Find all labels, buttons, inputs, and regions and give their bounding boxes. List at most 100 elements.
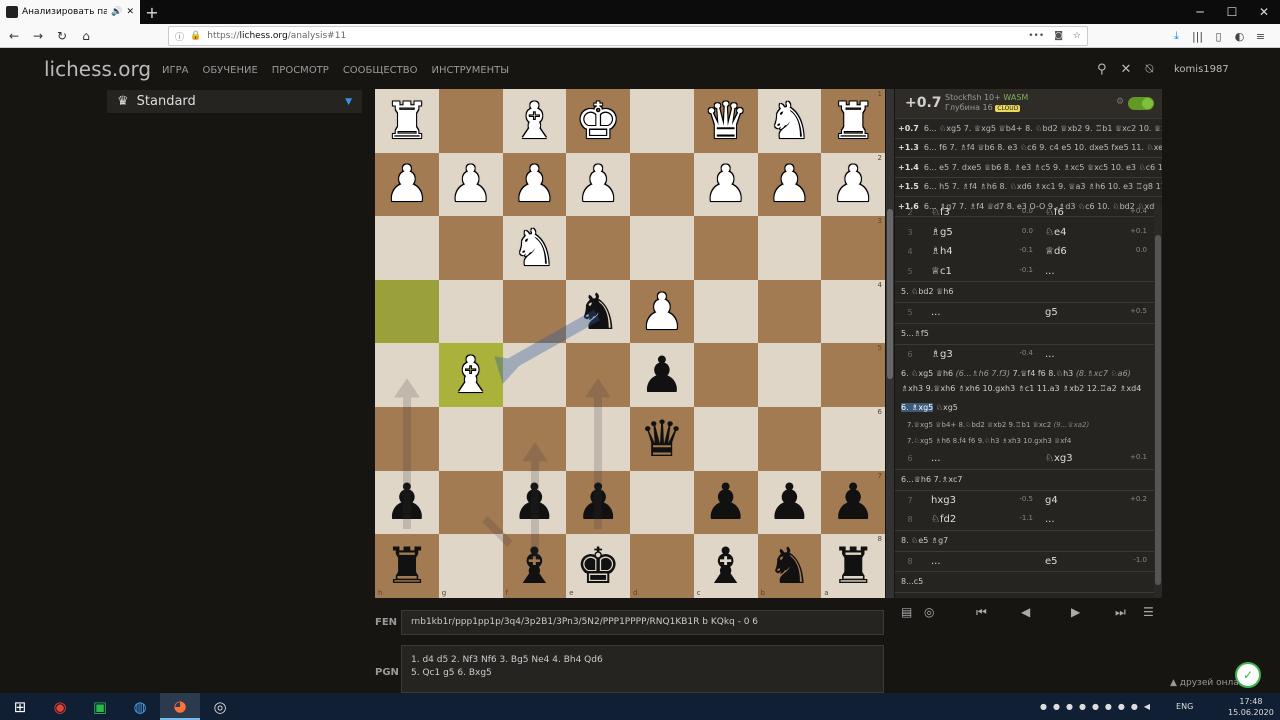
board-square[interactable]: ♟ bbox=[693, 152, 758, 217]
target-icon[interactable]: ◎ bbox=[924, 605, 934, 619]
pv-line[interactable]: +0.7 6... ♘xg5 7. ♕xg5 ♕b4+ 8. ♘bd2 ♕xb2 … bbox=[895, 119, 1162, 139]
white-bishop-piece[interactable]: ♝ bbox=[512, 96, 557, 146]
white-knight-piece[interactable]: ♞ bbox=[767, 96, 812, 146]
new-tab-button[interactable]: + bbox=[140, 0, 164, 24]
black-queen-piece[interactable]: ♛ bbox=[639, 414, 684, 464]
board-square[interactable]: ♟ bbox=[502, 152, 567, 217]
forward-icon[interactable]: → bbox=[26, 24, 50, 48]
white-bishop-piece[interactable]: ♝ bbox=[448, 350, 493, 400]
sub-variation[interactable]: 7.♘xg5 ♗h6 8.f4 f6 9.♘h3 ♗xh3 10.gxh3 ♕x… bbox=[895, 433, 1154, 449]
white-pawn-piece[interactable]: ♟ bbox=[512, 159, 557, 209]
next-move-icon[interactable]: ▶ bbox=[1071, 605, 1080, 619]
white-pawn-piece[interactable]: ♟ bbox=[384, 159, 429, 209]
board-square[interactable]: ♞ bbox=[502, 216, 567, 280]
variation-line[interactable]: 5. ♘bd2 ♕h6 bbox=[895, 281, 1154, 303]
bookmark-star-icon[interactable]: ☆ bbox=[1073, 31, 1081, 41]
board-square[interactable] bbox=[693, 279, 758, 344]
fen-input[interactable]: rnb1kb1r/ppp1pp1p/3q4/3p2B1/3Pn3/5N2/PPP… bbox=[401, 610, 884, 635]
menu-icon[interactable]: ☰ bbox=[1143, 605, 1154, 619]
chrome-icon[interactable]: ◉ bbox=[40, 693, 80, 720]
speaker-icon[interactable]: 🔊 bbox=[111, 7, 122, 17]
reply-move[interactable]: ♘xg5 bbox=[936, 403, 958, 412]
start-icon[interactable]: ⊞ bbox=[0, 693, 40, 720]
black-move[interactable]: ♘xg3 +0.1 bbox=[1039, 453, 1153, 464]
board-square[interactable]: ♟ bbox=[693, 470, 758, 535]
board-square[interactable]: ♝ bbox=[502, 89, 567, 153]
tray-icon[interactable]: ● bbox=[1105, 702, 1112, 711]
board-square[interactable]: ♛ bbox=[630, 406, 694, 471]
white-move[interactable]: ... bbox=[925, 556, 1039, 567]
white-pawn-piece[interactable]: ♟ bbox=[703, 159, 748, 209]
black-move[interactable]: ... bbox=[1039, 266, 1153, 277]
board-square[interactable]: ♟ bbox=[566, 152, 630, 217]
board-square[interactable] bbox=[438, 279, 503, 344]
board-square[interactable]: ♝ c bbox=[693, 534, 758, 598]
tray-icon[interactable]: ● bbox=[1079, 702, 1086, 711]
language-indicator[interactable]: ENG bbox=[1176, 702, 1193, 711]
board-square[interactable]: ♚ e bbox=[566, 534, 630, 598]
board-square[interactable] bbox=[438, 406, 503, 471]
board-square[interactable] bbox=[438, 470, 503, 535]
last-move-icon[interactable]: ⏭ bbox=[1115, 605, 1126, 620]
board-square[interactable] bbox=[375, 216, 439, 280]
tray-icon[interactable]: ● bbox=[1053, 702, 1060, 711]
board-square[interactable]: ♟ bbox=[566, 470, 630, 535]
variation-line[interactable]: 5...♗f5 bbox=[895, 322, 1154, 345]
black-rook-piece[interactable]: ♜ bbox=[831, 541, 876, 591]
browser-tab[interactable]: Анализировать партию • 🔊 ✕ bbox=[0, 0, 140, 24]
reload-icon[interactable]: ↻ bbox=[50, 24, 74, 48]
board-square[interactable]: ♞ bbox=[757, 89, 822, 153]
home-icon[interactable]: ⌂ bbox=[74, 24, 98, 48]
board-square[interactable] bbox=[375, 279, 439, 344]
white-move[interactable]: ♗h4 -0.1 bbox=[925, 246, 1039, 257]
clock[interactable]: 17:48 15.06.2020 bbox=[1228, 696, 1274, 718]
black-move[interactable]: g5 +0.5 bbox=[1039, 307, 1153, 318]
board-square[interactable]: ♟ bbox=[375, 152, 439, 217]
black-bishop-piece[interactable]: ♝ bbox=[512, 541, 557, 591]
chessboard[interactable]: ♜ ♝ ♚ ♛ ♞ ♜ 1 ♟ ♟ ♟ ♟ ♟ ♟ ♟ 2 ♞ 3 ♞ ♟ 4 ♝ ♟ 5 ♛ 6 ♟ ♟ ♟ ♟ ♟ ♟ 7 ♜ h g ♝ f ♚ e d… bbox=[375, 89, 885, 598]
black-rook-piece[interactable]: ♜ bbox=[384, 541, 429, 591]
board-square[interactable] bbox=[566, 406, 630, 471]
board-square[interactable]: d bbox=[630, 534, 694, 598]
white-move[interactable]: ♘fd2 -1.1 bbox=[925, 514, 1039, 525]
black-pawn-piece[interactable]: ♟ bbox=[767, 477, 812, 527]
engine-settings-icon[interactable]: ⚙ bbox=[1116, 97, 1124, 107]
board-square[interactable] bbox=[502, 343, 567, 407]
pocket-icon[interactable]: ◙ bbox=[1054, 31, 1063, 41]
security-shield-icon[interactable]: ✓ bbox=[1235, 662, 1261, 688]
tray-icon[interactable]: ● bbox=[1092, 702, 1099, 711]
menu-item-play[interactable]: ИГРА bbox=[162, 65, 188, 76]
board-square[interactable]: ♜ 8 a bbox=[821, 534, 885, 598]
challenge-icon[interactable]: ✕ bbox=[1121, 62, 1132, 77]
variant-select[interactable]: ♛ Standard ▼ bbox=[107, 90, 362, 113]
pv-line[interactable]: +1.5 6... h5 7. ♗f4 ♗h6 8. ♘xd6 ♗xc1 9. ♕… bbox=[895, 178, 1162, 197]
board-square[interactable]: ♟ bbox=[375, 470, 439, 535]
board-square[interactable]: ♟ 2 bbox=[821, 152, 885, 217]
minimize-icon[interactable]: ─ bbox=[1184, 5, 1216, 19]
board-square[interactable] bbox=[693, 216, 758, 280]
board-square[interactable]: 6 bbox=[821, 406, 885, 471]
black-pawn-piece[interactable]: ♟ bbox=[703, 477, 748, 527]
board-square[interactable] bbox=[502, 279, 567, 344]
tray-icon[interactable]: ● bbox=[1131, 702, 1138, 711]
black-king-piece[interactable]: ♚ bbox=[576, 541, 621, 591]
first-move-icon[interactable]: ⏮ bbox=[976, 605, 987, 620]
tray-icon[interactable]: ● bbox=[1040, 702, 1047, 711]
white-move[interactable]: ♗g5 0.0 bbox=[925, 227, 1039, 238]
black-move[interactable]: ♕d6 0.0 bbox=[1039, 246, 1153, 257]
board-square[interactable] bbox=[375, 343, 439, 407]
variation-line[interactable]: 8...c5 bbox=[895, 571, 1154, 593]
search-icon[interactable]: ⚲ bbox=[1097, 62, 1107, 77]
sidebar-icon[interactable]: ▯ bbox=[1208, 30, 1229, 43]
board-square[interactable] bbox=[566, 343, 630, 407]
black-move[interactable]: ... bbox=[1039, 514, 1153, 525]
white-rook-piece[interactable]: ♜ bbox=[831, 96, 876, 146]
board-square[interactable]: ♚ bbox=[566, 89, 630, 153]
board-square[interactable] bbox=[630, 470, 694, 535]
black-move[interactable]: ♘e4 +0.1 bbox=[1039, 227, 1153, 238]
black-knight-piece[interactable]: ♞ bbox=[576, 287, 621, 337]
white-knight-piece[interactable]: ♞ bbox=[512, 223, 557, 273]
current-move-line[interactable]: 6. ♗xg5 ♘xg5 bbox=[895, 398, 1154, 417]
board-square[interactable]: ♟ bbox=[438, 152, 503, 217]
black-pawn-piece[interactable]: ♟ bbox=[639, 350, 684, 400]
